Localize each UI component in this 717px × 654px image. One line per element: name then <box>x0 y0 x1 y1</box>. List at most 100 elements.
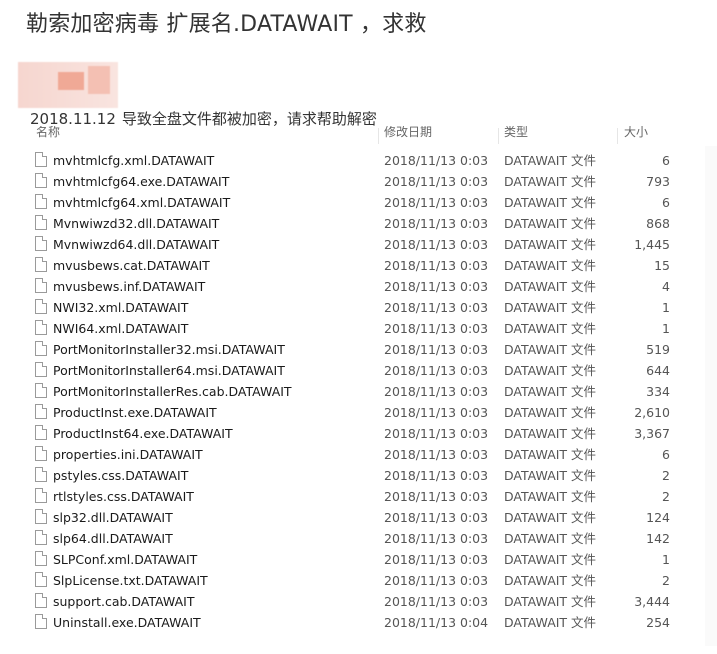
file-modified-date: 2018/11/13 0:03 <box>384 216 489 231</box>
file-row[interactable]: Uninstall.exe.DATAWAIT 2018/11/13 0:04 DAT… <box>0 612 700 633</box>
file-name: ProductInst64.exe.DATAWAIT <box>53 426 233 441</box>
file-row[interactable]: NWI64.xml.DATAWAIT 2018/11/13 0:03 DATAWAI… <box>0 318 700 339</box>
column-divider[interactable] <box>498 128 499 144</box>
file-size: 4 <box>662 279 670 294</box>
file-modified-date: 2018/11/13 0:03 <box>384 153 489 168</box>
file-row[interactable]: mvusbews.inf.DATAWAIT 2018/11/13 0:03 DATA… <box>0 276 700 297</box>
file-row[interactable]: Mvnwiwzd32.dll.DATAWAIT 2018/11/13 0:03 DA… <box>0 213 700 234</box>
file-name: SLPConf.xml.DATAWAIT <box>53 552 198 567</box>
file-row[interactable]: slp32.dll.DATAWAIT 2018/11/13 0:03 DATAWAI… <box>0 507 700 528</box>
file-size: 793 <box>646 174 670 189</box>
file-type: DATAWAIT 文件 <box>504 216 597 231</box>
file-type: DATAWAIT 文件 <box>504 258 597 273</box>
file-row[interactable]: SLPConf.xml.DATAWAIT 2018/11/13 0:03 DATAW… <box>0 549 700 570</box>
file-icon <box>35 530 47 545</box>
file-icon <box>35 446 47 461</box>
column-header-size[interactable]: 大小 <box>624 126 648 140</box>
file-size: 124 <box>646 510 670 525</box>
file-size: 1 <box>662 321 670 336</box>
file-size: 3,367 <box>634 426 670 441</box>
file-type: DATAWAIT 文件 <box>504 447 597 462</box>
file-type: DATAWAIT 文件 <box>504 174 597 189</box>
file-row[interactable]: SlpLicense.txt.DATAWAIT 2018/11/13 0:03 DA… <box>0 570 700 591</box>
file-name: slp32.dll.DATAWAIT <box>53 510 173 525</box>
file-icon <box>35 320 47 335</box>
file-icon <box>35 152 47 167</box>
file-size: 2 <box>662 489 670 504</box>
column-header-date[interactable]: 修改日期 <box>384 126 432 140</box>
file-type: DATAWAIT 文件 <box>504 552 597 567</box>
file-type: DATAWAIT 文件 <box>504 237 597 252</box>
file-modified-date: 2018/11/13 0:03 <box>384 489 489 504</box>
file-name: Mvnwiwzd64.dll.DATAWAIT <box>53 237 220 252</box>
file-modified-date: 2018/11/13 0:03 <box>384 468 489 483</box>
file-type: DATAWAIT 文件 <box>504 468 597 483</box>
file-size: 868 <box>646 216 670 231</box>
file-icon <box>35 509 47 524</box>
file-row[interactable]: ProductInst.exe.DATAWAIT 2018/11/13 0:03 D… <box>0 402 700 423</box>
file-modified-date: 2018/11/13 0:03 <box>384 237 489 252</box>
file-modified-date: 2018/11/13 0:03 <box>384 552 489 567</box>
file-row[interactable]: properties.ini.DATAWAIT 2018/11/13 0:03 DA… <box>0 444 700 465</box>
file-modified-date: 2018/11/13 0:03 <box>384 531 489 546</box>
file-size: 519 <box>646 342 670 357</box>
file-row[interactable]: PortMonitorInstallerRes.cab.DATAWAIT 2018… <box>0 381 700 402</box>
file-modified-date: 2018/11/13 0:03 <box>384 573 489 588</box>
file-icon <box>35 467 47 482</box>
file-modified-date: 2018/11/13 0:04 <box>384 615 489 630</box>
file-name: SlpLicense.txt.DATAWAIT <box>53 573 208 588</box>
file-name: PortMonitorInstaller64.msi.DATAWAIT <box>53 363 285 378</box>
file-row[interactable]: PortMonitorInstaller32.msi.DATAWAIT 2018/… <box>0 339 700 360</box>
file-row[interactable]: mvhtmlcfg64.exe.DATAWAIT 2018/11/13 0:03 D… <box>0 171 700 192</box>
file-row[interactable]: PortMonitorInstaller64.msi.DATAWAIT 2018/… <box>0 360 700 381</box>
file-size: 2 <box>662 468 670 483</box>
file-icon <box>35 593 47 608</box>
file-name: Uninstall.exe.DATAWAIT <box>53 615 201 630</box>
file-type: DATAWAIT 文件 <box>504 405 597 420</box>
file-name: mvhtmlcfg.xml.DATAWAIT <box>53 153 215 168</box>
file-icon <box>35 299 47 314</box>
file-icon <box>35 614 47 629</box>
file-type: DATAWAIT 文件 <box>504 594 597 609</box>
file-name: pstyles.css.DATAWAIT <box>53 468 189 483</box>
file-icon <box>35 551 47 566</box>
file-row[interactable]: mvhtmlcfg.xml.DATAWAIT 2018/11/13 0:03 DAT… <box>0 150 700 171</box>
file-name: rtlstyles.css.DATAWAIT <box>53 489 194 504</box>
file-icon <box>35 404 47 419</box>
file-modified-date: 2018/11/13 0:03 <box>384 510 489 525</box>
file-row[interactable]: Mvnwiwzd64.dll.DATAWAIT 2018/11/13 0:03 DA… <box>0 234 700 255</box>
file-row[interactable]: mvusbews.cat.DATAWAIT 2018/11/13 0:03 DATA… <box>0 255 700 276</box>
file-row[interactable]: mvhtmlcfg64.xml.DATAWAIT 2018/11/13 0:03 D… <box>0 192 700 213</box>
file-icon <box>35 278 47 293</box>
file-row[interactable]: rtlstyles.css.DATAWAIT 2018/11/13 0:03 DAT… <box>0 486 700 507</box>
file-modified-date: 2018/11/13 0:03 <box>384 384 489 399</box>
column-divider[interactable] <box>617 128 618 144</box>
file-type: DATAWAIT 文件 <box>504 510 597 525</box>
file-type: DATAWAIT 文件 <box>504 531 597 546</box>
file-icon <box>35 173 47 188</box>
column-header-type[interactable]: 类型 <box>504 126 528 140</box>
file-icon <box>35 488 47 503</box>
blurred-avatar <box>18 62 118 108</box>
file-modified-date: 2018/11/13 0:03 <box>384 342 489 357</box>
file-row[interactable]: slp64.dll.DATAWAIT 2018/11/13 0:03 DATAWAI… <box>0 528 700 549</box>
column-header-name[interactable]: 名称 <box>36 126 60 140</box>
file-name: slp64.dll.DATAWAIT <box>53 531 173 546</box>
vertical-scrollbar[interactable] <box>705 146 717 646</box>
file-row[interactable]: ProductInst64.exe.DATAWAIT 2018/11/13 0:0… <box>0 423 700 444</box>
file-size: 15 <box>654 258 670 273</box>
file-size: 254 <box>646 615 670 630</box>
file-modified-date: 2018/11/13 0:03 <box>384 363 489 378</box>
file-modified-date: 2018/11/13 0:03 <box>384 300 489 315</box>
file-size: 6 <box>662 447 670 462</box>
file-icon <box>35 215 47 230</box>
file-modified-date: 2018/11/13 0:03 <box>384 321 489 336</box>
file-modified-date: 2018/11/13 0:03 <box>384 426 489 441</box>
file-modified-date: 2018/11/13 0:03 <box>384 405 489 420</box>
column-divider[interactable] <box>378 128 379 144</box>
file-type: DATAWAIT 文件 <box>504 321 597 336</box>
file-row[interactable]: support.cab.DATAWAIT 2018/11/13 0:03 DATAW… <box>0 591 700 612</box>
file-row[interactable]: NWI32.xml.DATAWAIT 2018/11/13 0:03 DATAWAI… <box>0 297 700 318</box>
file-size: 334 <box>646 384 670 399</box>
file-row[interactable]: pstyles.css.DATAWAIT 2018/11/13 0:03 DATAW… <box>0 465 700 486</box>
